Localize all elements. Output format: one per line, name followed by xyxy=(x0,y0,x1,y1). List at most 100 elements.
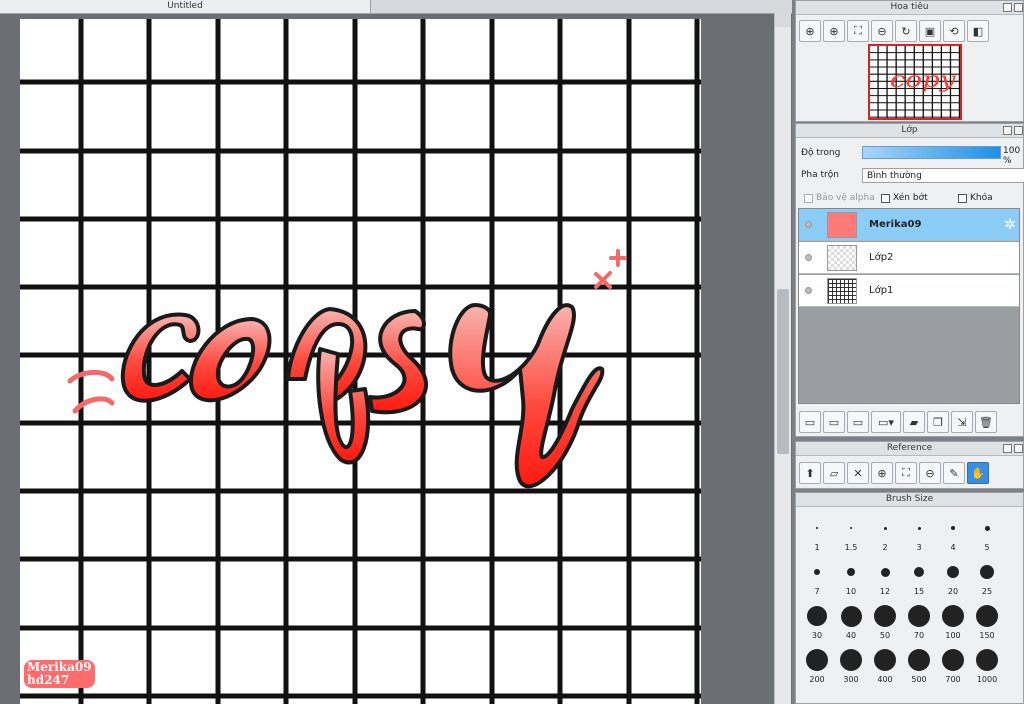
panel-close-icon[interactable] xyxy=(1014,444,1023,453)
panel-close-icon[interactable] xyxy=(1014,126,1023,135)
zoom-fit-icon[interactable]: ⊕ xyxy=(799,20,821,42)
zoom-in-icon[interactable]: ⊕ xyxy=(823,20,845,42)
lock-label: Khóa xyxy=(970,193,993,203)
brush-size-option[interactable]: 2 xyxy=(868,511,902,553)
brush-size-option[interactable]: 70 xyxy=(902,599,936,641)
panel-popout-icon[interactable] xyxy=(1003,3,1012,12)
layer-title-text: Lớp xyxy=(901,125,918,135)
brush-size-option[interactable]: 15 xyxy=(902,555,936,597)
reference-toolbar: ⬆ ▱ ✕ ⊕ ⛶ ⊖ ✎ ✋ xyxy=(796,462,989,484)
delete-icon[interactable]: 🗑 xyxy=(975,411,997,433)
right-dock: Hoa tiêu ⊕ ⊕ ⛶ ⊖ ↻ ▣ ⟲ ◧ copy Lớp Độ tro… xyxy=(792,0,1024,704)
fit-window-icon[interactable]: ▣ xyxy=(919,20,941,42)
brush-dot-icon xyxy=(942,649,964,671)
lock-checkbox[interactable]: Khóa xyxy=(958,193,993,203)
brush-dot-icon xyxy=(880,567,890,577)
opacity-label: Độ trong xyxy=(801,148,841,158)
duplicate-icon[interactable]: ❐ xyxy=(927,411,949,433)
layer-row[interactable]: Lớp2 xyxy=(799,242,1019,274)
opacity-slider[interactable] xyxy=(862,146,1001,159)
rotate-reset-icon[interactable]: ⟲ xyxy=(943,20,965,42)
brush-size-option[interactable]: 7 xyxy=(800,555,834,597)
layer-title: Lớp xyxy=(796,124,1023,138)
brush-size-option[interactable]: 1000 xyxy=(970,643,1004,685)
artboard[interactable] xyxy=(20,19,701,704)
brush-size-option[interactable]: 40 xyxy=(834,599,868,641)
zoom-actual-icon[interactable]: ⛶ xyxy=(847,20,869,42)
brush-size-option[interactable]: 4 xyxy=(936,511,970,553)
fit-icon[interactable]: ⛶ xyxy=(895,462,917,484)
zoom-in-icon[interactable]: ⊕ xyxy=(871,462,893,484)
eyedropper-icon[interactable]: ✎ xyxy=(943,462,965,484)
artwork-canvas[interactable] xyxy=(20,19,701,704)
brush-size-label: 70 xyxy=(913,631,925,640)
brush-dot-icon xyxy=(942,605,964,627)
zoom-out-icon[interactable]: ⊖ xyxy=(871,20,893,42)
visibility-icon[interactable] xyxy=(805,254,812,261)
merge-icon[interactable]: ⇲ xyxy=(951,411,973,433)
gear-icon[interactable]: ✲ xyxy=(1002,217,1018,233)
brush-size-option[interactable]: 700 xyxy=(936,643,970,685)
blend-mode-value: Bình thường xyxy=(867,171,922,181)
clipping-checkbox[interactable]: Xén bớt xyxy=(881,193,928,203)
brush-size-option[interactable]: 400 xyxy=(868,643,902,685)
brush-size-label: 10 xyxy=(845,587,857,596)
visibility-icon[interactable] xyxy=(805,287,812,294)
document-tab[interactable]: Untitled xyxy=(0,0,371,13)
clipping-box[interactable] xyxy=(881,193,890,203)
brush-size-option[interactable]: 30 xyxy=(800,599,834,641)
scroll-thumb[interactable] xyxy=(777,289,789,454)
protect-alpha-checkbox[interactable]: Bảo vệ alpha xyxy=(804,193,875,203)
brush-size-option[interactable]: 25 xyxy=(970,555,1004,597)
clipping-label: Xén bớt xyxy=(893,193,928,203)
brush-size-option[interactable]: 3 xyxy=(902,511,936,553)
canvas-area[interactable]: Untitled Merika09 hd247 xyxy=(0,0,792,704)
folder-icon[interactable]: ▰ xyxy=(903,411,925,433)
brush-size-option[interactable]: 5 xyxy=(970,511,1004,553)
navigator-preview[interactable]: copy xyxy=(868,44,962,120)
brush-size-label: 1.5 xyxy=(844,543,858,552)
new-layer-8bit-icon[interactable]: ▭ xyxy=(823,411,845,433)
new-layer-menu-icon[interactable]: ▭▾ xyxy=(871,411,901,433)
protect-alpha-box[interactable] xyxy=(804,193,813,203)
blend-mode-select[interactable]: Bình thường xyxy=(862,168,1024,183)
visibility-icon[interactable] xyxy=(805,221,812,228)
brush-size-option[interactable]: 1.5 xyxy=(834,511,868,553)
rotate-icon[interactable]: ↻ xyxy=(895,20,917,42)
quote-decoration xyxy=(67,370,115,414)
load-icon[interactable]: ⬆ xyxy=(799,462,821,484)
lock-box[interactable] xyxy=(958,193,967,203)
zoom-out-icon[interactable]: ⊖ xyxy=(919,462,941,484)
panel-close-icon[interactable] xyxy=(1014,3,1023,12)
brush-size-option[interactable]: 10 xyxy=(834,555,868,597)
close-icon[interactable]: ✕ xyxy=(847,462,869,484)
brush-size-option[interactable]: 150 xyxy=(970,599,1004,641)
scroll-up-icon[interactable] xyxy=(775,13,791,27)
flip-icon[interactable]: ◧ xyxy=(967,20,989,42)
hand-icon[interactable]: ✋ xyxy=(967,462,989,484)
opacity-value: 100 % xyxy=(1003,146,1021,166)
brush-size-option[interactable]: 200 xyxy=(800,643,834,685)
new-layer-1bit-icon[interactable]: ▭ xyxy=(847,411,869,433)
brush-size-option[interactable]: 100 xyxy=(936,599,970,641)
brush-size-label: 50 xyxy=(879,631,891,640)
brush-dot-icon xyxy=(947,566,959,578)
brush-size-option[interactable]: 500 xyxy=(902,643,936,685)
brush-size-option[interactable]: 20 xyxy=(936,555,970,597)
panel-popout-icon[interactable] xyxy=(1003,126,1012,135)
panel-popout-icon[interactable] xyxy=(1003,444,1012,453)
brush-size-title: Brush Size xyxy=(796,493,1023,507)
brush-size-option[interactable]: 1 xyxy=(800,511,834,553)
brush-size-option[interactable]: 300 xyxy=(834,643,868,685)
open-folder-icon[interactable]: ▱ xyxy=(823,462,845,484)
brush-size-option[interactable]: 50 xyxy=(868,599,902,641)
brush-size-option[interactable]: 12 xyxy=(868,555,902,597)
layer-list[interactable]: Merika09 ✲ Lớp2 Lớp1 xyxy=(798,208,1020,404)
vertical-scrollbar[interactable] xyxy=(774,13,791,704)
brush-size-label: 1 xyxy=(814,543,820,552)
new-layer-icon[interactable]: ▭ xyxy=(799,411,821,433)
brush-size-label: 700 xyxy=(945,675,961,684)
layer-row[interactable]: Lớp1 xyxy=(799,275,1019,307)
layer-name: Merika09 xyxy=(869,219,922,230)
layer-row[interactable]: Merika09 ✲ xyxy=(799,209,1019,241)
